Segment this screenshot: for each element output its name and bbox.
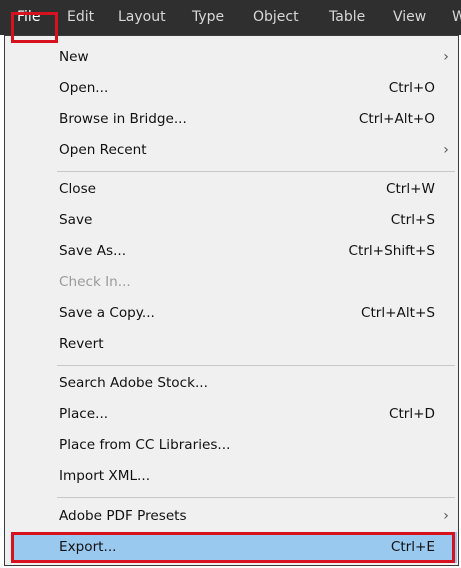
menu-separator: [57, 365, 455, 366]
menu-item-label: Place from CC Libraries...: [59, 437, 231, 453]
menu-item-new[interactable]: New ›: [13, 42, 457, 73]
menu-item-shortcut: Ctrl+S: [390, 212, 435, 228]
chevron-right-icon: ›: [443, 142, 449, 158]
menu-item-place[interactable]: Place... Ctrl+D: [13, 399, 457, 430]
menu-item-browse-in-bridge[interactable]: Browse in Bridge... Ctrl+Alt+O: [13, 104, 457, 135]
menu-item-label: Open Recent: [59, 142, 147, 158]
menu-item-shortcut: Ctrl+Shift+S: [348, 243, 436, 259]
menu-item-label: Check In...: [59, 274, 131, 290]
menu-separator: [57, 171, 455, 172]
menu-item-label: Save a Copy...: [59, 305, 155, 321]
menu-item-label: Open...: [59, 80, 109, 96]
menu-item-adobe-pdf-presets[interactable]: Adobe PDF Presets ›: [13, 501, 457, 532]
menubar-edit[interactable]: Edit: [67, 0, 94, 35]
menubar-type[interactable]: Type: [192, 0, 224, 35]
menu-item-save-a-copy[interactable]: Save a Copy... Ctrl+Alt+S: [13, 298, 457, 329]
file-menu-dropdown: New › Open... Ctrl+O Browse in Bridge...…: [4, 35, 459, 566]
menu-item-shortcut: Ctrl+W: [385, 181, 435, 197]
menu-item-label: Close: [59, 181, 97, 197]
menu-item-shortcut: Ctrl+Alt+S: [360, 305, 435, 321]
menu-item-open[interactable]: Open... Ctrl+O: [13, 73, 457, 104]
chevron-right-icon: ›: [443, 508, 449, 524]
menu-item-label: Place...: [59, 406, 109, 422]
menubar: File Edit Layout Type Object Table View …: [0, 0, 461, 35]
menu-separator: [57, 497, 455, 498]
menubar-file[interactable]: File: [17, 0, 40, 35]
menu-item-open-recent[interactable]: Open Recent ›: [13, 135, 457, 166]
menubar-object[interactable]: Object: [253, 0, 299, 35]
menu-item-label: Revert: [59, 336, 104, 352]
menu-item-place-from-cc-libraries[interactable]: Place from CC Libraries...: [13, 430, 457, 461]
menu-item-revert[interactable]: Revert: [13, 329, 457, 360]
menu-item-export[interactable]: Export... Ctrl+E: [13, 532, 457, 563]
menu-item-shortcut: Ctrl+Alt+O: [358, 111, 435, 127]
menu-item-save[interactable]: Save Ctrl+S: [13, 205, 457, 236]
menu-item-check-in: Check In...: [13, 267, 457, 298]
menu-item-label: Save: [59, 212, 93, 228]
menubar-layout[interactable]: Layout: [118, 0, 166, 35]
menu-item-label: Browse in Bridge...: [59, 111, 187, 127]
menu-item-search-adobe-stock[interactable]: Search Adobe Stock...: [13, 368, 457, 399]
menu-item-shortcut: Ctrl+E: [390, 539, 435, 555]
menu-item-label: Search Adobe Stock...: [59, 375, 208, 391]
menu-item-label: Import XML...: [59, 468, 151, 484]
menu-item-label: Export...: [59, 539, 117, 555]
menu-item-close[interactable]: Close Ctrl+W: [13, 174, 457, 205]
menu-item-shortcut: Ctrl+O: [388, 80, 435, 96]
menu-item-import-xml[interactable]: Import XML...: [13, 461, 457, 492]
menubar-view[interactable]: View: [393, 0, 426, 35]
menu-item-shortcut: Ctrl+D: [388, 406, 435, 422]
menu-item-label: Adobe PDF Presets: [59, 508, 187, 524]
menu-item-label: Save As...: [59, 243, 127, 259]
menu-item-save-as[interactable]: Save As... Ctrl+Shift+S: [13, 236, 457, 267]
menu-item-label: New: [59, 49, 89, 65]
menubar-table[interactable]: Table: [329, 0, 365, 35]
chevron-right-icon: ›: [443, 49, 449, 65]
menubar-window-truncated[interactable]: W: [452, 0, 461, 35]
